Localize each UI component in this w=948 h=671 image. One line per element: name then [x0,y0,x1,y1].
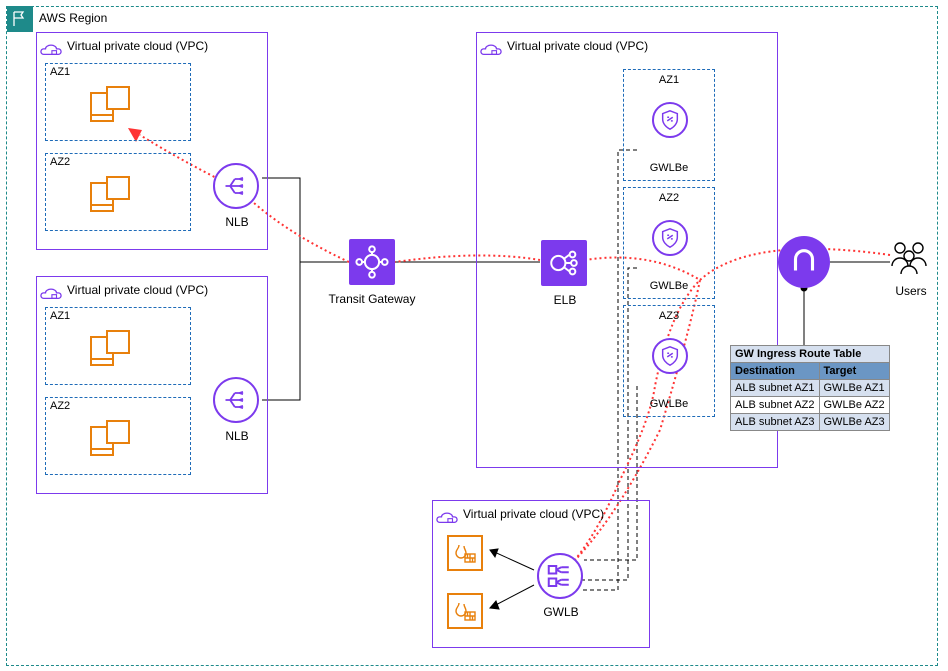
nlb-label: NLB [177,215,297,229]
route-table-cell: ALB subnet AZ1 [731,380,820,397]
az-box-az2: AZ2 [45,397,191,475]
route-table-cell: GWLBe AZ3 [819,414,889,431]
region-flag-icon [7,6,33,32]
route-table: GW Ingress Route Table DestinationTarget… [730,345,890,431]
route-table-cell: GWLBe AZ1 [819,380,889,397]
users-label: Users [851,284,948,298]
vpc-bottom-left: Virtual private cloud (VPC) AZ1 AZ2 NLB [36,276,268,494]
az-box-az2: AZ2 GWLBe [623,187,715,299]
az-box-az3: AZ3 GWLBe [623,305,715,417]
gwlb-icon [537,553,583,599]
instance-stack [90,330,132,372]
az-box-az1: AZ1 [45,63,191,141]
vpc-icon [40,36,62,58]
instance-stack [90,86,132,128]
nlb-label: NLB [177,429,297,443]
vpc-top-left: Virtual private cloud (VPC) AZ1 AZ2 NLB [36,32,268,250]
az-label: AZ2 [624,192,714,204]
firewall-icon [447,593,483,629]
gwlb-label: GWLB [501,605,621,619]
route-table-cell: ALB subnet AZ2 [731,397,820,414]
diagram-canvas: AWS Region Virtual private cloud (VPC) A… [0,0,948,671]
instance-stack [90,176,132,218]
az-label: AZ3 [624,310,714,322]
vpc-label: Virtual private cloud (VPC) [507,39,648,53]
route-table-col: Target [819,363,889,380]
gwlbe-icon [652,102,688,138]
route-table-cell: GWLBe AZ2 [819,397,889,414]
az-label: AZ1 [624,74,714,86]
az-label: AZ1 [50,66,70,78]
gwlbe-icon [652,338,688,374]
transit-gateway-icon [349,239,395,285]
transit-gateway-label: Transit Gateway [312,292,432,306]
az-label: AZ1 [50,310,70,322]
gwlbe-icon [652,220,688,256]
route-table-cell: ALB subnet AZ3 [731,414,820,431]
az-box-az1: AZ1 GWLBe [623,69,715,181]
region-label: AWS Region [39,11,107,25]
elb-label: ELB [505,293,625,307]
route-table-col: Destination [731,363,820,380]
gwlbe-label: GWLBe [624,398,714,410]
vpc-icon [40,280,62,302]
nlb-icon [213,377,259,423]
nlb-icon [213,163,259,209]
vpc-bottom: Virtual private cloud (VPC) GWLB [432,500,650,648]
az-box-az1: AZ1 [45,307,191,385]
az-box-az2: AZ2 [45,153,191,231]
vpc-label: Virtual private cloud (VPC) [463,507,604,521]
internet-gateway-icon [778,236,830,288]
az-label: AZ2 [50,156,70,168]
users-icon [888,238,934,278]
vpc-label: Virtual private cloud (VPC) [67,283,208,297]
gwlbe-label: GWLBe [624,280,714,292]
instance-stack [90,420,132,462]
gwlbe-label: GWLBe [624,162,714,174]
az-label: AZ2 [50,400,70,412]
route-table-title: GW Ingress Route Table [731,346,890,363]
elb-icon [541,240,587,286]
vpc-label: Virtual private cloud (VPC) [67,39,208,53]
vpc-icon [436,504,458,526]
vpc-icon [480,36,502,58]
firewall-icon [447,535,483,571]
